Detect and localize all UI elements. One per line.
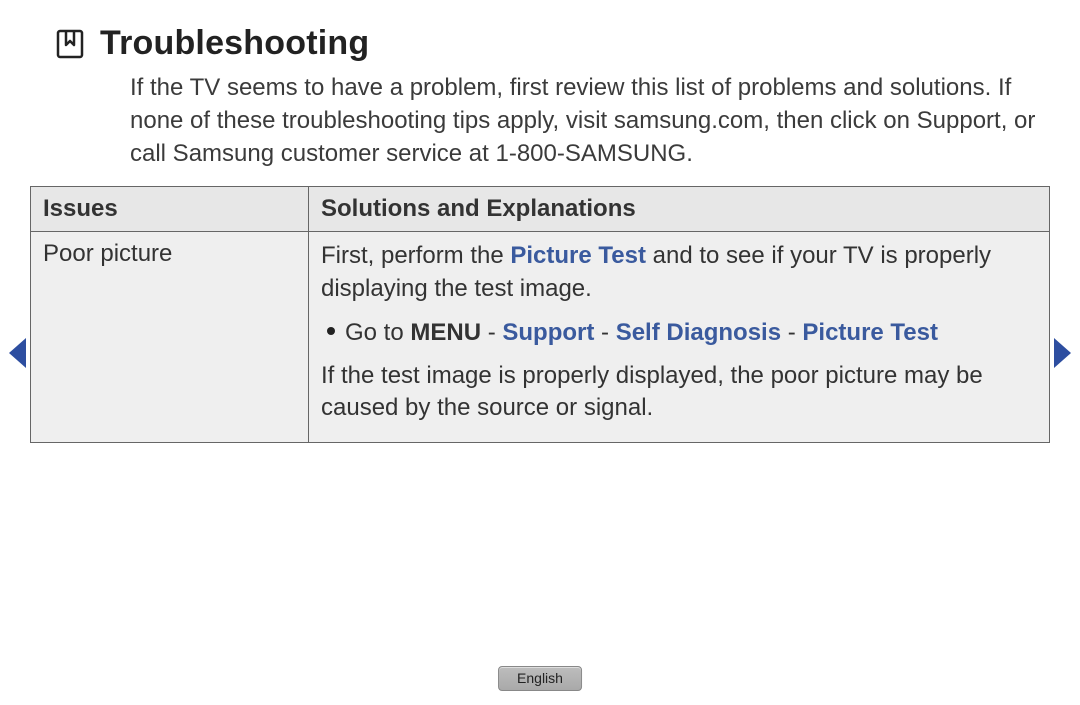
table-row: Poor picture First, perform the Picture … bbox=[31, 232, 1050, 443]
page-title: Troubleshooting bbox=[100, 24, 369, 63]
troubleshooting-table: Issues Solutions and Explanations Poor p… bbox=[30, 186, 1050, 443]
header-issues: Issues bbox=[31, 187, 309, 232]
separator: - bbox=[781, 319, 802, 346]
text-fragment: Go to bbox=[345, 319, 410, 346]
solution-paragraph-1: First, perform the Picture Test and to s… bbox=[321, 240, 1037, 305]
text-fragment: First, perform the bbox=[321, 242, 510, 269]
menu-path-picture-test: Picture Test bbox=[802, 319, 938, 346]
intro-text: If the TV seems to have a problem, first… bbox=[130, 71, 1050, 170]
bullet-text: Go to MENU - Support - Self Diagnosis - … bbox=[345, 317, 938, 349]
next-page-button[interactable] bbox=[1052, 336, 1074, 370]
troubleshooting-table-wrap: Issues Solutions and Explanations Poor p… bbox=[30, 186, 1050, 443]
menu-path-support: Support bbox=[502, 319, 594, 346]
cell-issue: Poor picture bbox=[31, 232, 309, 443]
table-header-row: Issues Solutions and Explanations bbox=[31, 187, 1050, 232]
cell-solution: First, perform the Picture Test and to s… bbox=[309, 232, 1050, 443]
solution-bullet: Go to MENU - Support - Self Diagnosis - … bbox=[327, 317, 1037, 349]
menu-label: MENU bbox=[410, 319, 481, 346]
bullet-icon bbox=[327, 327, 335, 335]
menu-path-self-diagnosis: Self Diagnosis bbox=[616, 319, 781, 346]
separator: - bbox=[481, 319, 502, 346]
prev-page-button[interactable] bbox=[6, 336, 28, 370]
bookmark-icon bbox=[56, 29, 84, 59]
header-solutions: Solutions and Explanations bbox=[309, 187, 1050, 232]
separator: - bbox=[594, 319, 615, 346]
highlight-picture-test: Picture Test bbox=[510, 242, 646, 269]
language-chip[interactable]: English bbox=[498, 666, 582, 691]
solution-paragraph-2: If the test image is properly displayed,… bbox=[321, 360, 1037, 425]
heading-row: Troubleshooting bbox=[56, 24, 1050, 63]
manual-page: Troubleshooting If the TV seems to have … bbox=[0, 0, 1080, 705]
